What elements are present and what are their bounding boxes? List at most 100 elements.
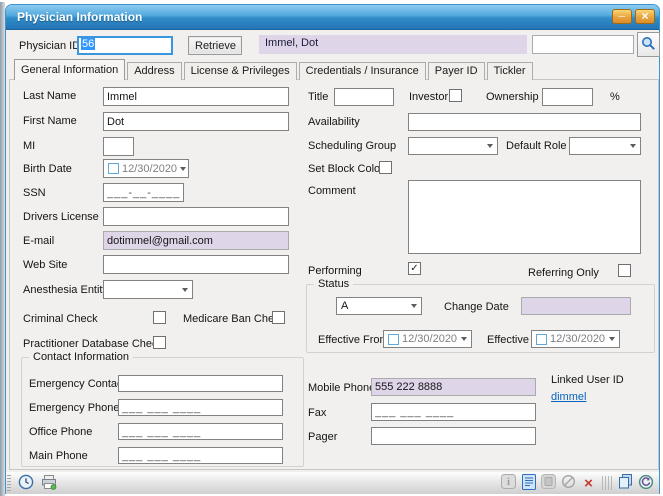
default-role-select[interactable] <box>569 137 641 155</box>
anesthesia-entity-select[interactable] <box>103 280 193 299</box>
drivers-license-input[interactable] <box>103 207 289 226</box>
email-input[interactable] <box>103 231 289 250</box>
status-select[interactable]: A <box>336 297 422 315</box>
contact-information-title: Contact Information <box>29 351 133 363</box>
performing-label: Performing <box>308 265 362 277</box>
effective-to-value: 12/30/2020 <box>550 333 605 345</box>
printer-icon <box>41 474 57 493</box>
change-date-input[interactable] <box>521 297 631 315</box>
svg-text:i: i <box>507 477 510 488</box>
ownership-input[interactable] <box>542 88 593 106</box>
clock-icon <box>18 474 34 493</box>
block-button[interactable] <box>560 475 577 492</box>
toolbar-grip[interactable] <box>7 475 11 491</box>
linked-user-id-label: Linked User ID <box>551 374 624 386</box>
availability-label: Availability <box>308 116 360 128</box>
effective-to-checkbox[interactable] <box>536 334 547 345</box>
tab-bar: General Information Address License & Pr… <box>14 59 535 80</box>
emergency-phone-input[interactable] <box>118 399 283 416</box>
document-icon <box>522 474 536 493</box>
tab-license-privileges[interactable]: License & Privileges <box>184 62 297 80</box>
title-label: Title <box>308 91 328 103</box>
fax-input[interactable] <box>371 403 536 421</box>
delete-button[interactable]: × <box>580 475 597 492</box>
referring-only-checkbox[interactable] <box>618 264 631 277</box>
main-phone-label: Main Phone <box>29 450 88 462</box>
chevron-down-icon <box>487 144 493 148</box>
default-role-label: Default Role <box>506 140 567 152</box>
toolbar-separator <box>602 476 612 490</box>
scheduling-group-label: Scheduling Group <box>308 140 396 152</box>
anesthesia-entity-label: Anesthesia Entity <box>23 284 108 296</box>
birth-date-picker[interactable]: 12/30/2020 <box>103 159 189 178</box>
web-site-input[interactable] <box>103 255 289 274</box>
main-phone-input[interactable] <box>118 447 283 464</box>
history-button[interactable] <box>17 475 34 492</box>
effective-from-picker[interactable]: 12/30/2020 <box>383 330 472 348</box>
scheduling-group-select[interactable] <box>408 137 498 155</box>
notes-button[interactable] <box>520 475 537 492</box>
email-label: E-mail <box>23 235 54 247</box>
mobile-phone-input[interactable] <box>371 378 536 396</box>
title-input[interactable] <box>334 88 394 106</box>
tab-credentials-insurance[interactable]: Credentials / Insurance <box>299 62 426 80</box>
effective-from-value: 12/30/2020 <box>402 333 457 345</box>
pager-label: Pager <box>308 431 337 443</box>
mi-input[interactable] <box>103 137 134 156</box>
first-name-input[interactable] <box>103 112 289 131</box>
fax-label: Fax <box>308 407 326 419</box>
comment-textarea[interactable] <box>408 180 641 254</box>
performing-checkbox[interactable]: ✓ <box>408 262 421 275</box>
tab-address[interactable]: Address <box>127 62 181 80</box>
copy-button[interactable] <box>617 475 634 492</box>
tab-general-information[interactable]: General Information <box>14 59 125 80</box>
print-button[interactable] <box>40 475 57 492</box>
chevron-down-icon <box>411 304 417 308</box>
sync-button[interactable] <box>637 475 654 492</box>
linked-user-id-link[interactable]: dimmel <box>551 391 586 403</box>
tab-payer-id[interactable]: Payer ID <box>428 62 485 80</box>
delete-icon: × <box>584 476 593 491</box>
chevron-down-icon <box>182 288 188 292</box>
criminal-check-checkbox[interactable] <box>153 311 166 324</box>
birth-date-checkbox[interactable] <box>108 163 119 174</box>
chevron-down-icon <box>630 144 636 148</box>
last-name-input[interactable] <box>103 87 289 106</box>
practitioner-database-check-checkbox[interactable] <box>153 336 166 349</box>
emergency-contact-label: Emergency Contact <box>29 378 126 390</box>
info-button[interactable]: i <box>500 475 517 492</box>
block-icon <box>561 474 576 492</box>
availability-input[interactable] <box>408 113 641 131</box>
chevron-down-icon <box>180 167 186 171</box>
pager-input[interactable] <box>371 427 536 445</box>
physician-information-window: Physician Information ─ × Physician ID 5… <box>5 4 660 494</box>
emergency-contact-input[interactable] <box>118 375 283 392</box>
medicare-ban-check-checkbox[interactable] <box>272 311 285 324</box>
tab-tickler[interactable]: Tickler <box>487 62 533 80</box>
investor-checkbox[interactable] <box>449 89 462 102</box>
change-date-label: Change Date <box>444 301 509 313</box>
investor-label: Investor <box>409 91 448 103</box>
mobile-phone-label: Mobile Phone <box>308 382 375 394</box>
drivers-license-label: Drivers License <box>23 211 99 223</box>
ownership-label: Ownership <box>486 91 539 103</box>
ssn-label: SSN <box>23 187 46 199</box>
effective-from-label: Effective From <box>318 334 389 346</box>
screen: Physician Information ─ × Physician ID 5… <box>0 0 663 496</box>
first-name-label: First Name <box>23 115 77 127</box>
emergency-phone-label: Emergency Phone <box>29 402 120 414</box>
status-bar: i × <box>6 471 659 494</box>
comment-label: Comment <box>308 185 356 197</box>
practitioner-database-check-label: Practitioner Database Check <box>23 338 163 350</box>
status-bar-left <box>7 474 57 492</box>
web-site-label: Web Site <box>23 259 67 271</box>
effective-to-picker[interactable]: 12/30/2020 <box>531 330 620 348</box>
clipboard-button[interactable] <box>540 475 557 492</box>
effective-from-checkbox[interactable] <box>388 334 399 345</box>
ssn-input[interactable] <box>103 183 184 202</box>
clipboard-icon <box>541 474 556 492</box>
sync-icon <box>638 474 654 493</box>
office-phone-input[interactable] <box>118 423 283 440</box>
set-block-color-checkbox[interactable] <box>379 161 392 174</box>
mi-label: MI <box>23 140 35 152</box>
